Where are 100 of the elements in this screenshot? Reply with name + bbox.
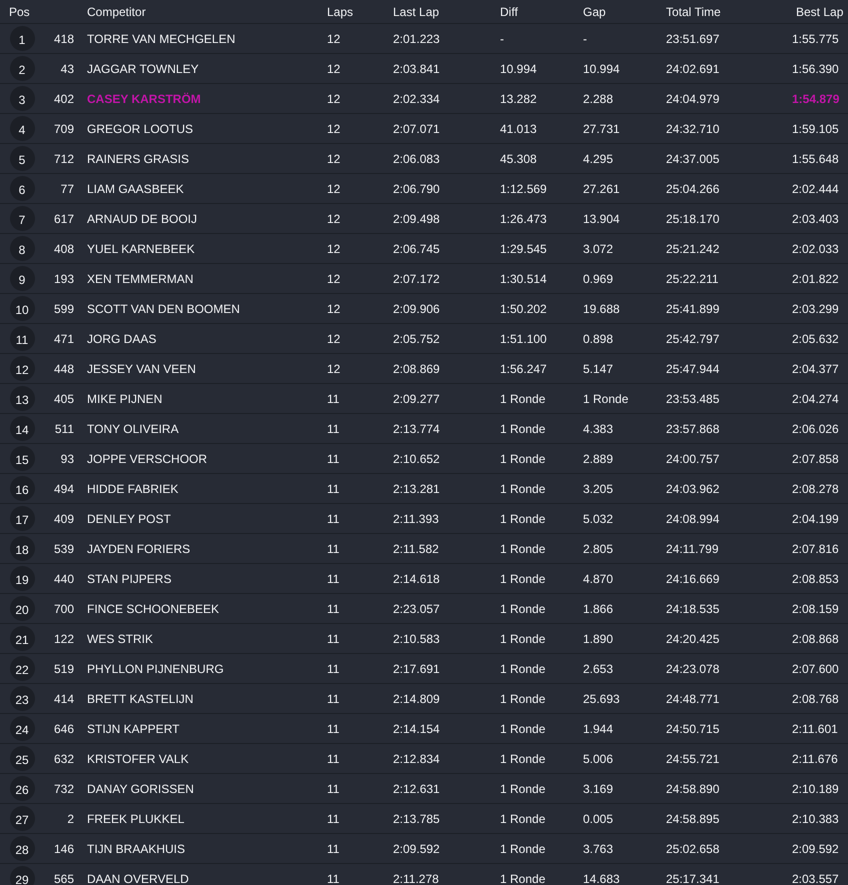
laps-cell: 12	[327, 62, 340, 76]
best-lap-cell: 2:03.557	[792, 872, 839, 885]
laps-cell: 12	[327, 362, 340, 376]
total-time-cell: 24:08.994	[666, 512, 720, 526]
position-badge: 24	[10, 716, 34, 741]
best-lap-cell: 2:11.676	[792, 752, 838, 766]
competitor-cell: JOPPE VERSCHOOR	[87, 452, 208, 466]
competitor-cell: TORRE VAN MECHGELEN	[87, 32, 236, 46]
laps-cell: 11	[327, 422, 340, 436]
laps-cell: 12	[327, 32, 340, 46]
total-time-cell: 24:48.771	[666, 692, 720, 706]
gap-cell: 2.653	[583, 662, 614, 676]
column-header: Total Time	[666, 4, 722, 18]
laps-cell: 11	[327, 602, 340, 616]
laps-cell: 12	[327, 92, 340, 106]
competitor-cell: FREEK PLUKKEL	[87, 812, 184, 826]
number-cell: 2	[67, 812, 74, 826]
total-time-cell: 24:03.962	[666, 482, 720, 496]
best-lap-cell: 2:06.026	[792, 422, 839, 436]
laps-cell: 12	[327, 272, 340, 286]
competitor-cell: JORG DAAS	[87, 332, 156, 346]
diff-cell: -	[500, 32, 504, 46]
best-lap-cell: 2:07.600	[792, 662, 839, 676]
number-cell: 402	[54, 92, 74, 106]
column-header: Last Lap	[393, 4, 440, 18]
diff-cell: 1:51.100	[500, 332, 547, 346]
last-lap-cell: 2:11.582	[393, 542, 439, 556]
gap-cell: 0.005	[583, 812, 614, 826]
competitor-cell: KRISTOFER VALK	[87, 752, 189, 766]
best-lap-cell: 2:11.601	[792, 722, 838, 736]
last-lap-cell: 2:23.057	[393, 602, 440, 616]
laps-cell: 12	[327, 332, 340, 346]
laps-cell: 12	[327, 182, 340, 196]
best-lap-cell: 2:02.444	[792, 182, 839, 196]
laps-cell: 11	[327, 812, 340, 826]
gap-cell: 25.693	[583, 692, 620, 706]
laps-cell: 11	[327, 482, 340, 496]
best-lap-cell: 2:03.299	[792, 302, 839, 316]
last-lap-cell: 2:11.278	[393, 872, 439, 885]
competitor-cell: HIDDE FABRIEK	[87, 482, 178, 496]
last-lap-cell: 2:10.583	[393, 632, 440, 646]
best-lap-cell: 2:07.858	[792, 452, 839, 466]
position-badge: 16	[10, 476, 34, 501]
last-lap-cell: 2:12.631	[393, 782, 440, 796]
number-cell: 405	[54, 392, 74, 406]
gap-cell: 27.731	[583, 122, 620, 136]
number-cell: 122	[54, 632, 74, 646]
gap-cell: -	[583, 32, 587, 46]
competitor-cell: TONY OLIVEIRA	[87, 422, 179, 436]
number-cell: 193	[54, 272, 74, 286]
diff-cell: 1 Ronde	[500, 542, 546, 556]
last-lap-cell: 2:14.154	[393, 722, 440, 736]
best-lap-cell: 1:54.879	[792, 92, 840, 106]
total-time-cell: 24:37.005	[666, 152, 720, 166]
best-lap-cell: 2:08.159	[792, 602, 839, 616]
diff-cell: 41.013	[500, 122, 537, 136]
laps-cell: 11	[327, 452, 340, 466]
position-badge: 5	[10, 146, 34, 171]
gap-cell: 4.383	[583, 422, 614, 436]
total-time-cell: 24:04.979	[666, 92, 720, 106]
last-lap-cell: 2:13.774	[393, 422, 440, 436]
gap-cell: 19.688	[583, 302, 620, 316]
number-cell: 732	[54, 782, 74, 796]
total-time-cell: 23:57.868	[666, 422, 720, 436]
best-lap-cell: 2:08.768	[792, 692, 839, 706]
gap-cell: 5.032	[583, 512, 614, 526]
laps-cell: 11	[327, 752, 340, 766]
position-badge: 1	[10, 26, 34, 51]
position-badge: 8	[10, 236, 34, 261]
position-badge: 23	[10, 686, 34, 711]
total-time-cell: 25:17.341	[666, 872, 720, 885]
competitor-cell: SCOTT VAN DEN BOOMEN	[87, 302, 240, 316]
gap-cell: 5.147	[583, 362, 614, 376]
best-lap-cell: 1:55.775	[792, 32, 839, 46]
gap-cell: 2.805	[583, 542, 614, 556]
total-time-cell: 24:16.669	[666, 572, 720, 586]
best-lap-cell: 2:08.278	[792, 482, 839, 496]
total-time-cell: 25:18.170	[666, 212, 720, 226]
competitor-cell: JESSEY VAN VEEN	[87, 362, 196, 376]
last-lap-cell: 2:07.172	[393, 272, 440, 286]
total-time-cell: 25:47.944	[666, 362, 720, 376]
laps-cell: 12	[327, 242, 340, 256]
number-cell: 599	[54, 302, 74, 316]
last-lap-cell: 2:02.334	[393, 92, 440, 106]
number-cell: 709	[54, 122, 74, 136]
number-cell: 646	[54, 722, 74, 736]
laps-cell: 11	[327, 692, 340, 706]
number-cell: 565	[54, 872, 74, 885]
last-lap-cell: 2:12.834	[393, 752, 440, 766]
column-header: Gap	[583, 4, 607, 18]
last-lap-cell: 2:09.277	[393, 392, 440, 406]
position-badge: 29	[10, 866, 34, 885]
laps-cell: 11	[327, 722, 340, 736]
diff-cell: 1 Ronde	[500, 872, 546, 885]
number-cell: 418	[54, 32, 74, 46]
number-cell: 494	[54, 482, 74, 496]
total-time-cell: 25:42.797	[666, 332, 720, 346]
diff-cell: 1 Ronde	[500, 422, 546, 436]
laps-cell: 12	[327, 302, 340, 316]
position-badge: 11	[10, 326, 34, 351]
